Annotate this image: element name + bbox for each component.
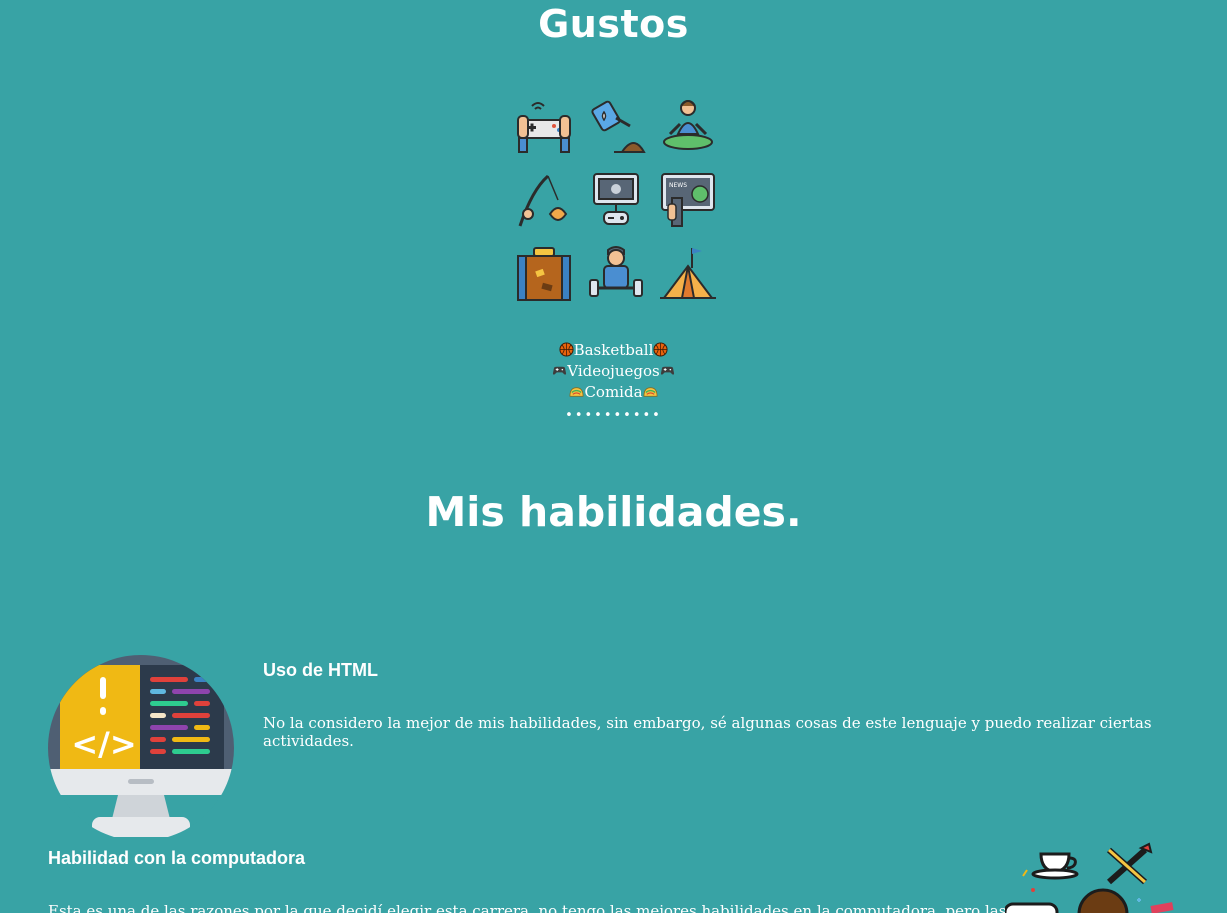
hobby-icon-grid: NEWS bbox=[514, 96, 726, 304]
skill-computer-heading: Habilidad con la computadora bbox=[48, 848, 306, 868]
camping-tent-icon bbox=[658, 244, 718, 304]
taco-icon bbox=[570, 387, 584, 397]
game-controller-icon bbox=[553, 366, 567, 375]
basketball-icon bbox=[653, 342, 668, 357]
svg-text:</>: </> bbox=[71, 725, 136, 763]
suitcase-icon bbox=[514, 244, 574, 304]
retro-tv-icon bbox=[586, 170, 646, 230]
fishing-icon bbox=[514, 170, 574, 230]
news-monitor-icon: NEWS bbox=[658, 170, 718, 230]
gustos-title: Gustos bbox=[538, 2, 689, 46]
dots-divider: •••••••••• bbox=[565, 408, 662, 423]
skill-html-heading: Uso de HTML bbox=[263, 660, 378, 680]
basketball-icon bbox=[559, 342, 574, 357]
like-videojuegos-label: Videojuegos bbox=[567, 362, 660, 380]
svg-text:NEWS: NEWS bbox=[669, 182, 687, 189]
like-basketball: Basketball bbox=[0, 340, 1227, 361]
like-basketball-label: Basketball bbox=[573, 341, 654, 359]
skill-computer-text: Esta es una de las razones por la que de… bbox=[48, 902, 1007, 913]
skills-title: Mis habilidades. bbox=[425, 488, 802, 536]
like-comida: Comida bbox=[0, 382, 1227, 403]
watering-can-icon bbox=[586, 96, 646, 156]
gamepad-icon bbox=[514, 96, 574, 156]
page: Gustos NEWS Basketball Videojuegos Comid… bbox=[0, 0, 1227, 913]
like-videojuegos: Videojuegos bbox=[0, 361, 1227, 382]
taco-icon bbox=[643, 387, 657, 397]
likes-list: Basketball Videojuegos Comida •••••••••• bbox=[0, 340, 1227, 426]
code-monitor-image: </> bbox=[48, 655, 234, 837]
meditation-icon bbox=[658, 96, 718, 156]
game-controller-icon bbox=[660, 366, 674, 375]
like-comida-label: Comida bbox=[584, 383, 643, 401]
skills-illustration-image bbox=[1003, 842, 1185, 913]
weightlifting-icon bbox=[586, 244, 646, 304]
skill-html-text: No la considero la mejor de mis habilida… bbox=[263, 714, 1152, 750]
